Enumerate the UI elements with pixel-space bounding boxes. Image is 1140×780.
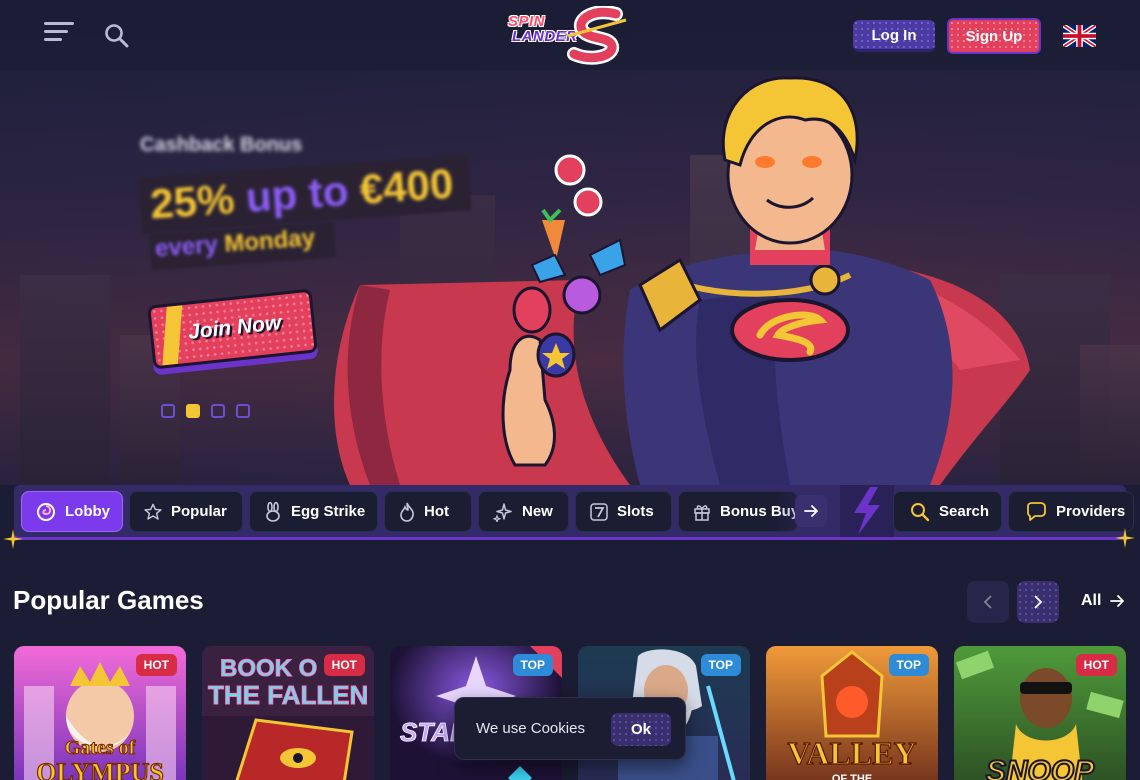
spiral-icon	[37, 502, 55, 521]
game-card[interactable]: SNOOP HOT	[954, 646, 1126, 780]
hero-banner[interactable]: Cashback Bonus 25% up to €400 every Mond…	[0, 0, 1140, 485]
arrow-right-icon	[1110, 595, 1125, 607]
cookie-ok-button[interactable]: Ok	[611, 713, 671, 746]
top-badge: TOP	[512, 654, 553, 676]
slide-dot-1[interactable]	[161, 404, 175, 418]
seven-icon	[590, 502, 608, 521]
logo-s-icon	[567, 6, 627, 65]
login-button[interactable]: Log In	[853, 20, 935, 52]
svg-text:VALLEY: VALLEY	[787, 735, 916, 771]
site-logo[interactable]: SPIN LANDER	[508, 6, 630, 65]
svg-text:SNOOP: SNOOP	[986, 755, 1095, 780]
menu-icon[interactable]	[44, 22, 74, 48]
slide-dot-2[interactable]	[186, 404, 200, 418]
search-icon	[911, 502, 930, 521]
category-slots[interactable]: Slots	[575, 491, 672, 532]
svg-text:BOOK O: BOOK O	[220, 655, 317, 682]
chevron-left-icon	[983, 595, 992, 609]
sparkle-decoration-icon	[3, 529, 23, 549]
slide-dot-4[interactable]	[236, 404, 250, 418]
category-hot[interactable]: Hot	[384, 491, 472, 532]
game-card[interactable]: BOOK O THE FALLEN HOT	[202, 646, 374, 780]
chat-bubble-icon	[1027, 501, 1046, 521]
top-badge: TOP	[888, 654, 929, 676]
gift-icon	[694, 504, 710, 521]
game-card[interactable]: Gates of OLYMPUS HOT	[14, 646, 186, 780]
arrow-right-icon	[804, 505, 818, 517]
chevron-right-icon	[1034, 595, 1043, 609]
section-title: Popular Games	[13, 585, 204, 615]
games-next-button[interactable]	[1017, 581, 1059, 623]
svg-text:OF THE: OF THE	[832, 773, 872, 780]
uk-flag-icon[interactable]	[1063, 25, 1096, 47]
category-providers-button[interactable]: Providers	[1008, 491, 1134, 532]
search-icon[interactable]	[104, 23, 130, 49]
promo-subtitle: Cashback Bonus	[140, 134, 303, 156]
all-games-link[interactable]: All	[1081, 592, 1125, 610]
category-scroll-right-button[interactable]	[795, 495, 827, 527]
flame-icon	[400, 502, 414, 522]
category-egg-strike[interactable]: Egg Strike	[249, 491, 378, 532]
superhero-illustration	[333, 76, 1030, 485]
sparkle-icon	[493, 502, 512, 522]
top-badge: TOP	[700, 654, 741, 676]
hot-badge: HOT	[323, 654, 365, 676]
svg-text:OLYMPUS: OLYMPUS	[36, 758, 164, 780]
category-search-button[interactable]: Search	[893, 491, 1002, 532]
svg-text:THE FALLEN: THE FALLEN	[208, 680, 368, 710]
slide-dot-3[interactable]	[211, 404, 225, 418]
cookie-message: We use Cookies	[476, 720, 585, 737]
top-header: SPIN LANDER Log In Sign Up	[0, 0, 1140, 70]
category-bar: Lobby Popular Egg Strike Hot New Slots B…	[14, 485, 1134, 540]
bunny-icon	[266, 501, 280, 522]
category-popular[interactable]: Popular	[129, 491, 243, 532]
games-prev-button[interactable]	[967, 581, 1009, 623]
game-card[interactable]: VALLEY OF THE TOP	[766, 646, 938, 780]
category-new[interactable]: New	[478, 491, 569, 532]
signup-button[interactable]: Sign Up	[947, 18, 1041, 54]
category-lobby[interactable]: Lobby	[21, 491, 123, 532]
lightning-divider-icon	[840, 485, 894, 537]
hot-badge: HOT	[1075, 654, 1117, 676]
hot-badge: HOT	[135, 654, 177, 676]
svg-text:Gates of: Gates of	[65, 737, 136, 759]
page: Cashback Bonus 25% up to €400 every Mond…	[0, 0, 1140, 780]
slider-dots	[161, 404, 250, 418]
star-icon	[144, 503, 162, 520]
sparkle-decoration-icon	[1115, 528, 1135, 548]
cookie-banner: We use Cookies Ok	[454, 697, 686, 760]
